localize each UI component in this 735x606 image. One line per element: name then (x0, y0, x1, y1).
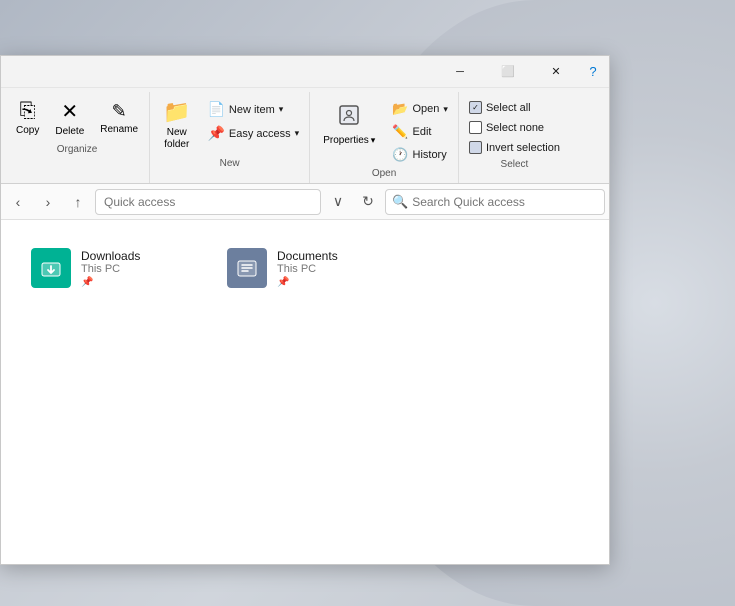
ribbon: ⎘ Copy ✕ Delete ✎ Rename Organize (1, 88, 609, 184)
forward-button[interactable]: › (35, 189, 61, 215)
list-item[interactable]: Downloads This PC 📌 (21, 240, 201, 296)
search-icon: 🔍 (392, 194, 408, 210)
select-col: ✓ Select all Select none (463, 98, 566, 157)
properties-dropdown-icon: ▾ (371, 135, 376, 146)
new-col: 📄 New item ▾ 📌 Easy access ▾ (201, 98, 305, 145)
select-all-icon: ✓ (469, 101, 482, 114)
open-group-label: Open (314, 168, 454, 181)
new-group-label: New (154, 158, 305, 171)
organize-group: ⎘ Copy ✕ Delete ✎ Rename Organize (5, 92, 150, 183)
file-name: Downloads (81, 249, 140, 263)
new-item-label: New item (229, 104, 275, 116)
copy-label: Copy (16, 125, 39, 136)
easy-access-dropdown-icon: ▾ (295, 128, 300, 139)
history-button[interactable]: 🕐 History (386, 144, 454, 166)
new-item-dropdown-icon: ▾ (279, 104, 284, 115)
new-folder-button[interactable]: 📁 Newfolder (154, 94, 199, 156)
ribbon-row: ⎘ Copy ✕ Delete ✎ Rename Organize (5, 92, 609, 183)
pin-icon: 📌 (81, 277, 140, 288)
open-dropdown-icon: ▾ (443, 104, 448, 115)
maximize-button[interactable]: ⬜ (485, 58, 531, 86)
open-group: Properties ▾ 📂 Open ▾ ✏️ Edit (310, 92, 459, 183)
open-button[interactable]: 📂 Open ▾ (386, 98, 454, 120)
invert-selection-button[interactable]: Invert selection (463, 138, 566, 157)
search-box[interactable]: 🔍 (385, 189, 605, 215)
file-info: Documents This PC 📌 (277, 249, 338, 288)
properties-label: Properties (323, 135, 369, 146)
documents-folder-icon (227, 248, 267, 288)
file-sub: This PC (81, 263, 140, 275)
rename-icon: ✎ (112, 101, 127, 122)
open-label: Open (413, 103, 440, 115)
search-input[interactable] (412, 195, 598, 209)
copy-icon: ⎘ (20, 100, 36, 123)
delete-icon: ✕ (61, 99, 78, 124)
edit-icon: ✏️ (392, 124, 408, 140)
content-area: Downloads This PC 📌 Documents This PC 📌 (1, 220, 609, 564)
invert-selection-icon (469, 141, 482, 154)
select-none-label: Select none (486, 122, 544, 134)
properties-button[interactable]: Properties ▾ (314, 94, 384, 154)
list-item[interactable]: Documents This PC 📌 (217, 240, 397, 296)
file-name: Documents (277, 249, 338, 263)
rename-label: Rename (100, 124, 138, 135)
address-chevron[interactable]: ∨ (325, 189, 351, 215)
open-icon: 📂 (392, 101, 408, 117)
file-grid: Downloads This PC 📌 Documents This PC 📌 (21, 240, 589, 296)
new-item-icon: 📄 (207, 101, 224, 118)
select-none-button[interactable]: Select none (463, 118, 566, 137)
rename-button[interactable]: ✎ Rename (93, 96, 145, 140)
file-sub: This PC (277, 263, 338, 275)
select-group-label: Select (463, 159, 566, 172)
delete-label: Delete (55, 126, 84, 137)
history-icon: 🕐 (392, 147, 408, 163)
back-button[interactable]: ‹ (5, 189, 31, 215)
new-folder-label: Newfolder (164, 127, 189, 151)
history-label: History (413, 149, 447, 161)
select-none-icon (469, 121, 482, 134)
title-bar-controls: ─ ⬜ ✕ ? (437, 58, 605, 86)
easy-access-button[interactable]: 📌 Easy access ▾ (201, 122, 305, 145)
open-col: 📂 Open ▾ ✏️ Edit 🕐 History (386, 98, 454, 166)
pin-icon: 📌 (277, 277, 338, 288)
minimize-button[interactable]: ─ (437, 58, 483, 86)
invert-selection-label: Invert selection (486, 142, 560, 154)
refresh-button[interactable]: ↻ (355, 189, 381, 215)
new-folder-icon: 📁 (163, 99, 190, 125)
help-button[interactable]: ? (581, 60, 605, 84)
downloads-folder-icon (31, 248, 71, 288)
delete-button[interactable]: ✕ Delete (48, 94, 91, 142)
properties-icon (337, 103, 361, 133)
title-bar: ─ ⬜ ✕ ? (1, 56, 609, 88)
address-bar: ‹ › ↑ ∨ ↻ 🔍 (1, 184, 609, 220)
address-input[interactable] (95, 189, 321, 215)
easy-access-icon: 📌 (207, 125, 224, 142)
up-button[interactable]: ↑ (65, 189, 91, 215)
select-all-button[interactable]: ✓ Select all (463, 98, 566, 117)
new-item-button[interactable]: 📄 New item ▾ (201, 98, 305, 121)
select-all-label: Select all (486, 102, 531, 114)
close-button[interactable]: ✕ (533, 58, 579, 86)
copy-button[interactable]: ⎘ Copy (9, 95, 46, 141)
easy-access-label: Easy access (229, 128, 291, 140)
new-group: 📁 Newfolder 📄 New item ▾ 📌 Easy access (150, 92, 310, 183)
file-explorer-window: ─ ⬜ ✕ ? ⎘ Copy ✕ Delete (0, 55, 610, 565)
organize-group-label: Organize (9, 144, 145, 157)
select-group: ✓ Select all Select none (459, 92, 570, 183)
file-info: Downloads This PC 📌 (81, 249, 140, 288)
edit-label: Edit (413, 126, 432, 138)
edit-button[interactable]: ✏️ Edit (386, 121, 454, 143)
